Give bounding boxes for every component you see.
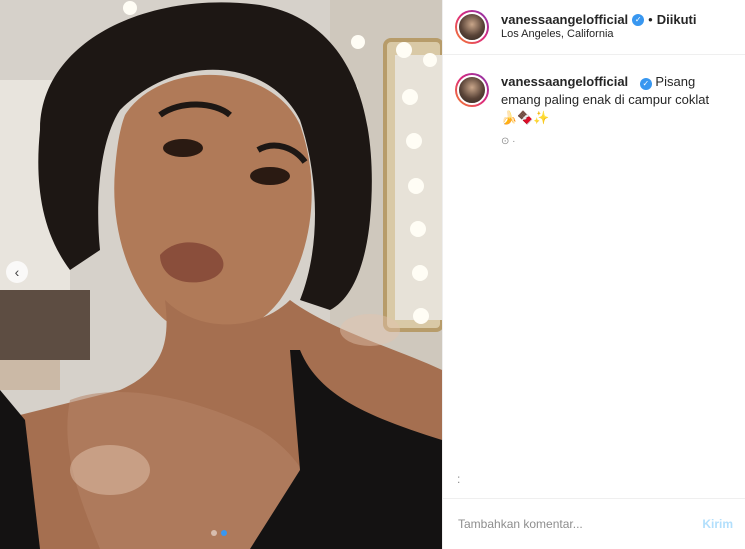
post-side-panel: vanessaangelofficial ✓ • Diikuti Los Ang… <box>442 0 745 549</box>
caption: vanessaangelofficial ✓ Pisang emang pali… <box>443 55 745 151</box>
carousel-dot-active <box>221 530 227 536</box>
carousel-dot <box>211 530 217 536</box>
avatar[interactable] <box>455 10 489 44</box>
caption-username[interactable]: vanessaangelofficial <box>501 74 628 89</box>
verified-badge-icon: ✓ <box>639 78 652 90</box>
verified-badge-icon: ✓ <box>632 14 645 27</box>
post-header: vanessaangelofficial ✓ • Diikuti Los Ang… <box>443 0 745 55</box>
header-username[interactable]: vanessaangelofficial <box>501 12 628 28</box>
carousel-prev-button[interactable]: ‹ <box>6 261 28 283</box>
post-photo[interactable]: ‹ <box>0 0 442 549</box>
more-options-glyph[interactable]: : <box>443 472 745 486</box>
carousel-dots <box>211 530 227 536</box>
photo-illustration <box>0 0 442 549</box>
chevron-left-icon: ‹ <box>14 264 20 280</box>
caption-meta: ⊙ · <box>501 136 516 147</box>
caption-avatar[interactable] <box>455 73 489 107</box>
comment-input[interactable] <box>458 517 703 531</box>
location-link[interactable]: Los Angeles, California <box>501 28 696 42</box>
follow-status-button[interactable]: Diikuti <box>657 12 697 28</box>
header-separator: • <box>648 12 653 27</box>
send-comment-button[interactable]: Kirim <box>702 517 733 531</box>
comment-bar: Kirim <box>443 498 745 549</box>
